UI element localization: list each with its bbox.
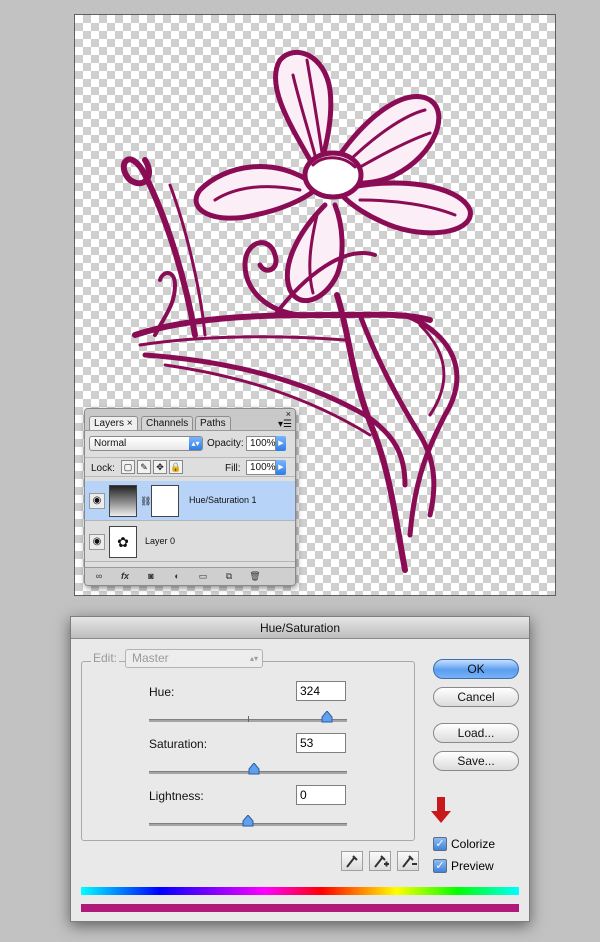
load-button[interactable]: Load... — [433, 723, 519, 743]
folder-icon[interactable]: ▭ — [195, 570, 211, 583]
hue-center-tick — [248, 716, 249, 722]
lightness-input[interactable]: 0 — [296, 785, 346, 805]
eye-icon[interactable]: ◉ — [89, 493, 105, 509]
mask-thumbnail[interactable] — [151, 485, 179, 517]
lightness-slider-thumb[interactable] — [242, 815, 254, 827]
tab-layers[interactable]: Layers × — [89, 416, 138, 430]
add-mask-icon[interactable]: ◙ — [143, 570, 159, 583]
fx-icon[interactable]: fx — [117, 570, 133, 583]
colorize-label: Colorize — [451, 837, 496, 851]
brush-icon[interactable]: ✎ — [137, 460, 151, 474]
opacity-arrow-icon[interactable]: ▶ — [276, 436, 286, 451]
opacity-label: Opacity: — [207, 438, 244, 449]
adjustment-layer-icon[interactable]: ◐ — [169, 570, 185, 583]
layers-footer: ∞ fx ◙ ◐ ▭ ⧉ 🗑 — [85, 567, 295, 585]
tab-close-icon[interactable]: × — [127, 418, 133, 429]
saturation-slider-thumb[interactable] — [248, 763, 260, 775]
eye-icon[interactable]: ◉ — [89, 534, 105, 550]
ok-button[interactable]: OK — [433, 659, 519, 679]
select-arrows-icon: ▴▾ — [189, 437, 202, 450]
move-icon[interactable]: ✥ — [153, 460, 167, 474]
edit-label: Edit: — [91, 651, 120, 665]
cancel-button[interactable]: Cancel — [433, 687, 519, 707]
hue-input[interactable]: 324 — [296, 681, 346, 701]
tab-layers-label: Layers — [94, 418, 125, 429]
saturation-input[interactable]: 53 — [296, 733, 346, 753]
opacity-input[interactable]: 100% — [246, 436, 276, 451]
hue-saturation-dialog: Hue/Saturation Edit: Master ▴▾ Hue: 324 … — [70, 616, 530, 922]
layers-palette: × Layers × Channels Paths ▾☰ Normal ▴▾ O… — [84, 408, 296, 586]
layer-thumbnail: ✿ — [109, 526, 137, 558]
chevron-updown-icon: ▴▾ — [249, 654, 258, 663]
dialog-title: Hue/Saturation — [71, 617, 529, 639]
trash-icon[interactable]: 🗑 — [247, 570, 263, 583]
palette-menu-icon[interactable]: ▾☰ — [278, 420, 292, 430]
colorized-result-bar — [81, 904, 519, 912]
tab-paths[interactable]: Paths — [195, 416, 231, 430]
layer-row-hue-saturation[interactable]: ◉ ⛓ Hue/Saturation 1 — [85, 481, 295, 521]
fill-arrow-icon[interactable]: ▶ — [276, 460, 286, 475]
layer-name: Hue/Saturation 1 — [189, 495, 257, 505]
eyedropper-minus-icon[interactable] — [397, 851, 419, 871]
adjustment-thumbnail — [109, 485, 137, 517]
new-layer-icon[interactable]: ⧉ — [221, 570, 237, 583]
layer-name: Layer 0 — [145, 536, 176, 546]
edit-select-value: Master — [132, 651, 169, 665]
link-layers-icon[interactable]: ∞ — [91, 570, 107, 583]
eyedropper-icon[interactable] — [341, 851, 363, 871]
lock-label: Lock: — [91, 463, 115, 474]
preview-checkbox[interactable]: ✓ — [433, 859, 447, 873]
hue-slider-thumb[interactable] — [321, 711, 333, 723]
hue-spectrum-bar — [81, 887, 519, 895]
palette-close-icon[interactable]: × — [286, 409, 291, 419]
eyedropper-plus-icon[interactable] — [369, 851, 391, 871]
colorize-checkbox[interactable]: ✓ — [433, 837, 447, 851]
blend-mode-select[interactable]: Normal ▴▾ — [89, 436, 203, 451]
preview-label: Preview — [451, 859, 494, 873]
red-down-arrow-icon — [431, 797, 451, 823]
edit-select[interactable]: Master ▴▾ — [125, 649, 263, 668]
saturation-label: Saturation: — [149, 737, 208, 751]
lock-row: Lock: ▢ ✎ ✥ 🔒 Fill: 100% ▶ — [85, 457, 295, 477]
layers-tabbar: × Layers × Channels Paths ▾☰ — [85, 409, 295, 431]
fill-label: Fill: — [225, 463, 241, 474]
tab-channels-label: Channels — [146, 418, 189, 429]
tab-channels[interactable]: Channels — [141, 416, 194, 430]
fill-input[interactable]: 100% — [246, 460, 276, 475]
layer-row-layer-0[interactable]: ◉ ✿ Layer 0 — [85, 522, 295, 562]
lock-icon[interactable]: 🔒 — [169, 460, 183, 474]
save-button[interactable]: Save... — [433, 751, 519, 771]
settings-group — [81, 661, 415, 841]
lightness-label: Lightness: — [149, 789, 204, 803]
blend-row: Normal ▴▾ Opacity: 100% ▶ — [85, 433, 295, 453]
blend-mode-value: Normal — [94, 438, 127, 449]
chain-link-icon[interactable]: ⛓ — [140, 496, 151, 507]
tab-paths-label: Paths — [200, 418, 226, 429]
hue-label: Hue: — [149, 685, 175, 699]
lock-transparency-icon[interactable]: ▢ — [121, 460, 135, 474]
